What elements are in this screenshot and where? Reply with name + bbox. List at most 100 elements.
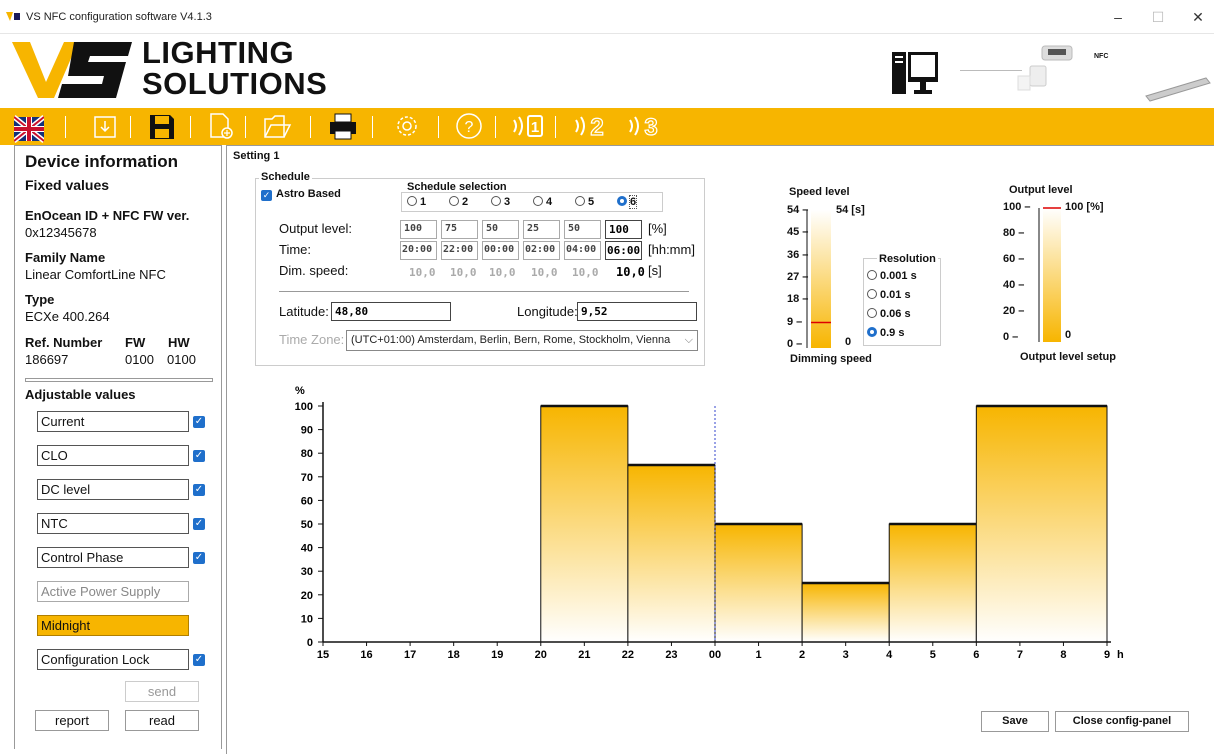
time-field-3[interactable]: 00:00 <box>482 241 519 260</box>
resolution-option-006[interactable]: 0.06 s <box>867 308 911 320</box>
output-gauge-title: Output level <box>1009 184 1073 196</box>
x-tick-label: 2 <box>799 649 805 661</box>
adjustable-midnight[interactable]: Midnight <box>37 615 189 636</box>
dc-level-checkbox[interactable]: ✓ <box>193 484 205 496</box>
time-field-5[interactable]: 04:00 <box>564 241 601 260</box>
fw-label: FW <box>125 335 146 350</box>
minimize-button[interactable]: – <box>1098 6 1138 28</box>
output-field-4[interactable]: 25 <box>523 220 560 239</box>
time-label: Time: <box>279 242 312 257</box>
divider <box>25 378 213 382</box>
time-field-2[interactable]: 22:00 <box>441 241 478 260</box>
output-field-3[interactable]: 50 <box>482 220 519 239</box>
send-button[interactable]: send <box>125 681 199 702</box>
import-icon[interactable] <box>92 111 118 141</box>
svg-text:2: 2 <box>590 114 603 141</box>
device-info-panel: Device information Fixed values EnOcean … <box>14 145 222 749</box>
schedule-option-6[interactable]: 6 <box>617 195 638 209</box>
settings-gear-icon[interactable] <box>392 111 422 141</box>
read-button[interactable]: read <box>125 710 199 731</box>
nfc-setting-2-icon[interactable]: 2 <box>570 111 610 141</box>
x-tick-label: 8 <box>1060 649 1066 661</box>
config-panel: Setting 1 Schedule ✓ Astro Based Schedul… <box>226 145 1214 754</box>
resolution-option-0001[interactable]: 0.001 s <box>867 270 917 282</box>
latitude-input[interactable]: 48,80 <box>331 302 451 321</box>
output-field-2[interactable]: 75 <box>441 220 478 239</box>
output-gauge <box>1038 207 1061 342</box>
adjustable-control-phase[interactable]: Control Phase <box>37 547 189 568</box>
schedule-option-5[interactable]: 5 <box>575 196 594 208</box>
schedule-option-4[interactable]: 4 <box>533 196 552 208</box>
chart-step-6 <box>975 405 1108 643</box>
latitude-label: Latitude: <box>279 304 329 319</box>
new-file-icon[interactable] <box>208 111 234 141</box>
maximize-button[interactable]: ☐ <box>1138 6 1178 28</box>
chart-step-3 <box>714 523 803 643</box>
speed-gauge-tick: 0 – <box>787 338 803 350</box>
y-tick-label: 50 <box>301 519 313 531</box>
control-phase-checkbox[interactable]: ✓ <box>193 552 205 564</box>
x-tick-label: 3 <box>843 649 849 661</box>
schedule-option-2[interactable]: 2 <box>449 196 468 208</box>
x-tick-label: 00 <box>709 649 721 661</box>
help-icon[interactable]: ? <box>454 111 484 141</box>
fw-value: 0100 <box>125 352 154 367</box>
y-tick-label: 30 <box>301 566 313 578</box>
brand-line2: SOLUTIONS <box>142 66 328 101</box>
x-tick-label: 16 <box>360 649 372 661</box>
save-icon[interactable] <box>148 111 176 141</box>
output-gauge-tick: 20 – <box>1003 305 1025 317</box>
output-field-6[interactable]: 100 <box>605 220 642 239</box>
time-field-1[interactable]: 20:00 <box>400 241 437 260</box>
speed-value-1: 10,0 <box>409 266 436 279</box>
configuration-lock-checkbox[interactable]: ✓ <box>193 654 205 666</box>
adjustable-configuration-lock[interactable]: Configuration Lock <box>37 649 189 670</box>
timezone-select[interactable]: (UTC+01:00) Amsterdam, Berlin, Bern, Rom… <box>346 330 698 351</box>
adjustable-clo[interactable]: CLO <box>37 445 189 466</box>
ref-value: 186697 <box>25 352 69 367</box>
speed-label: Dim. speed: <box>279 263 349 278</box>
schedule-option-1[interactable]: 1 <box>407 196 426 208</box>
y-tick-label: 60 <box>301 495 313 507</box>
open-folder-icon[interactable] <box>262 111 292 141</box>
astro-checkbox[interactable]: ✓ <box>261 190 272 201</box>
output-label: Output level: <box>279 221 352 236</box>
close-config-button[interactable]: Close config-panel <box>1055 711 1189 732</box>
output-field-5[interactable]: 50 <box>564 220 601 239</box>
resolution-option-001[interactable]: 0.01 s <box>867 289 911 301</box>
close-window-button[interactable]: ✕ <box>1178 6 1214 28</box>
clo-checkbox[interactable]: ✓ <box>193 450 205 462</box>
y-tick-label: 10 <box>301 613 313 625</box>
current-checkbox[interactable]: ✓ <box>193 416 205 428</box>
adjustable-current[interactable]: Current <box>37 411 189 432</box>
adjustable-ntc[interactable]: NTC <box>37 513 189 534</box>
time-field-4[interactable]: 02:00 <box>523 241 560 260</box>
x-axis-label: h <box>1117 649 1124 661</box>
chevron-down-icon: ⌵ <box>684 334 693 346</box>
x-tick-label: 19 <box>491 649 503 661</box>
resolution-option-09[interactable]: 0.9 s <box>867 327 904 339</box>
output-gauge-bottom: 0 <box>1065 329 1072 341</box>
uk-flag-icon[interactable] <box>14 114 44 144</box>
adjustable-active-power-supply[interactable]: Active Power Supply <box>37 581 189 602</box>
schedule-option-3[interactable]: 3 <box>491 196 510 208</box>
nfc-setting-1-icon[interactable]: 1 <box>508 111 548 141</box>
app-logo-icon <box>6 12 20 21</box>
time-field-6[interactable]: 06:00 <box>605 241 642 260</box>
nfc-setting-3-icon[interactable]: 3 <box>624 111 664 141</box>
chart-step-5 <box>888 523 977 643</box>
hw-value: 0100 <box>167 352 196 367</box>
adjustable-dc-level[interactable]: DC level <box>37 479 189 500</box>
save-button[interactable]: Save <box>981 711 1049 732</box>
print-icon[interactable] <box>328 111 358 141</box>
longitude-input[interactable]: 9,52 <box>577 302 697 321</box>
x-tick-label: 18 <box>448 649 460 661</box>
ntc-checkbox[interactable]: ✓ <box>193 518 205 530</box>
vs-logo-icon <box>12 42 132 98</box>
led-driver-icon <box>1145 77 1211 102</box>
x-tick-label: 21 <box>578 649 590 661</box>
output-unit: [%] <box>648 221 667 236</box>
speed-gauge-title: Speed level <box>789 186 850 198</box>
report-button[interactable]: report <box>35 710 109 731</box>
output-field-1[interactable]: 100 <box>400 220 437 239</box>
